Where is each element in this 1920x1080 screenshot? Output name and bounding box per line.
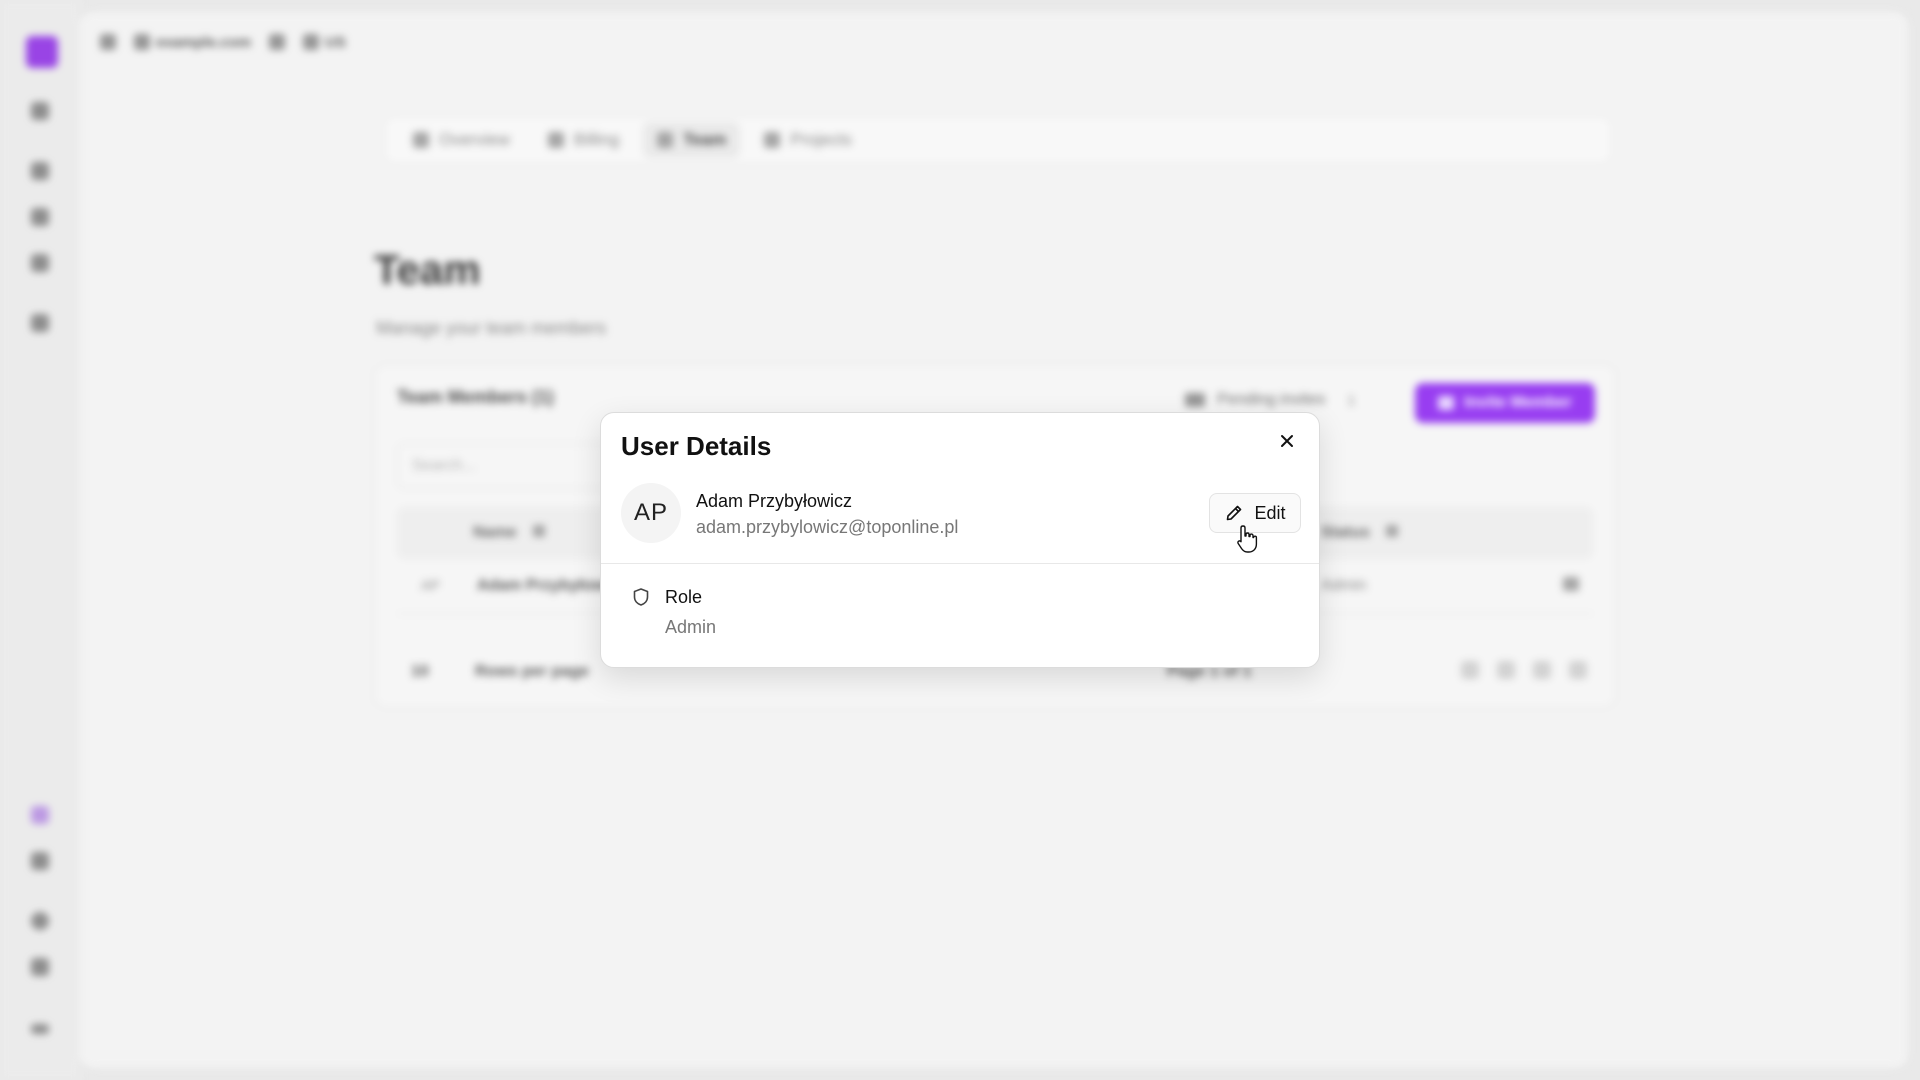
divider [601,563,1319,564]
user-name: Adam Przybyłowicz [696,491,853,511]
hand-pointer-icon [1237,525,1258,553]
close-button[interactable] [1275,429,1299,453]
shield-icon [633,588,649,606]
dialog-title: User Details [621,431,772,461]
pencil-icon [1227,505,1242,521]
user-details-dialog: User Details AP Adam Przybyłowicz adam.p… [600,412,1320,668]
close-icon [1281,435,1293,447]
edit-label: Edit [1254,502,1286,523]
user-summary: AP Adam Przybyłowicz adam.przybylowicz@t… [621,483,1301,543]
avatar: AP [621,483,681,543]
user-email: adam.przybylowicz@toponline.pl [696,517,959,537]
role-label: Role [665,587,703,607]
role-value: Admin [665,617,717,637]
